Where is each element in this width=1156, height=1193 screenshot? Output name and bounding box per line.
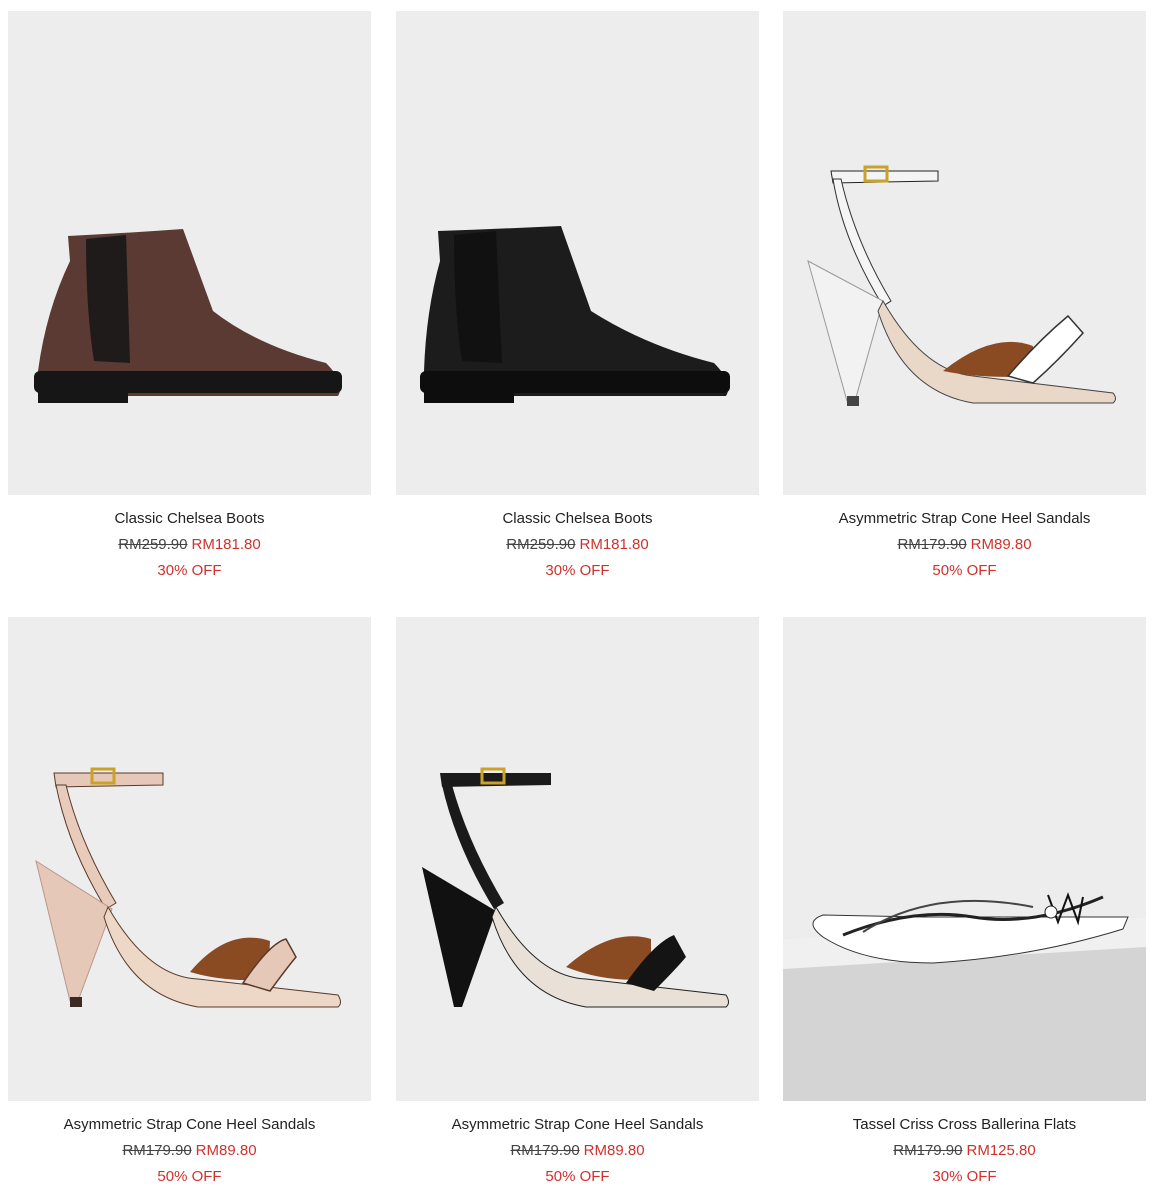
- product-image[interactable]: [783, 11, 1146, 495]
- product-name[interactable]: Classic Chelsea Boots: [8, 509, 371, 529]
- sale-price: RM89.80: [195, 1142, 257, 1159]
- original-price: RM179.90: [122, 1142, 192, 1159]
- sale-price: RM181.80: [191, 536, 261, 553]
- original-price: RM179.90: [893, 1142, 963, 1159]
- discount-label: 50% OFF: [157, 1168, 222, 1185]
- black-chelsea-boot-image: [420, 226, 730, 403]
- sale-price: RM125.80: [966, 1142, 1036, 1159]
- product-card[interactable]: Asymmetric Strap Cone Heel Sandals RM179…: [8, 617, 371, 1187]
- discount-label: 30% OFF: [157, 562, 222, 579]
- price-row: RM259.90 RM181.80: [8, 535, 371, 555]
- original-price: RM259.90: [118, 536, 188, 553]
- price-row: RM179.90 RM89.80: [783, 535, 1146, 555]
- discount-label: 30% OFF: [932, 1168, 997, 1185]
- product-image[interactable]: [396, 11, 759, 495]
- product-card[interactable]: Asymmetric Strap Cone Heel Sandals RM179…: [783, 11, 1146, 581]
- white-tassel-flat-image: [783, 617, 1146, 1101]
- brown-chelsea-boot-image: [34, 229, 342, 403]
- product-card[interactable]: Asymmetric Strap Cone Heel Sandals RM179…: [396, 617, 759, 1187]
- sale-price: RM89.80: [583, 1142, 645, 1159]
- product-card[interactable]: Tassel Criss Cross Ballerina Flats RM179…: [783, 617, 1146, 1187]
- product-name[interactable]: Asymmetric Strap Cone Heel Sandals: [8, 1115, 371, 1135]
- product-image[interactable]: [396, 617, 759, 1101]
- discount-label: 50% OFF: [932, 562, 997, 579]
- product-image[interactable]: [783, 617, 1146, 1101]
- product-card[interactable]: Classic Chelsea Boots RM259.90 RM181.80 3…: [8, 11, 371, 581]
- nude-cone-heel-sandal-image: [35, 767, 341, 1008]
- price-row: RM179.90 RM89.80: [8, 1141, 371, 1161]
- product-name[interactable]: Asymmetric Strap Cone Heel Sandals: [783, 509, 1146, 529]
- product-card[interactable]: Classic Chelsea Boots RM259.90 RM181.80 3…: [396, 11, 759, 581]
- product-name[interactable]: Asymmetric Strap Cone Heel Sandals: [396, 1115, 759, 1135]
- product-grid: Classic Chelsea Boots RM259.90 RM181.80 3…: [0, 0, 1156, 1193]
- price-row: RM259.90 RM181.80: [396, 535, 759, 555]
- white-cone-heel-sandal-image: [807, 165, 1116, 406]
- price-row: RM179.90 RM89.80: [396, 1141, 759, 1161]
- product-image[interactable]: [8, 617, 371, 1101]
- original-price: RM179.90: [510, 1142, 580, 1159]
- product-name[interactable]: Classic Chelsea Boots: [396, 509, 759, 529]
- product-image[interactable]: [8, 11, 371, 495]
- discount-label: 30% OFF: [545, 562, 610, 579]
- sale-price: RM181.80: [579, 536, 649, 553]
- sale-price: RM89.80: [970, 536, 1032, 553]
- discount-label: 50% OFF: [545, 1168, 610, 1185]
- black-cone-heel-sandal-image: [422, 767, 729, 1008]
- original-price: RM259.90: [506, 536, 576, 553]
- product-name[interactable]: Tassel Criss Cross Ballerina Flats: [783, 1115, 1146, 1135]
- price-row: RM179.90 RM125.80: [783, 1141, 1146, 1161]
- original-price: RM179.90: [897, 536, 967, 553]
